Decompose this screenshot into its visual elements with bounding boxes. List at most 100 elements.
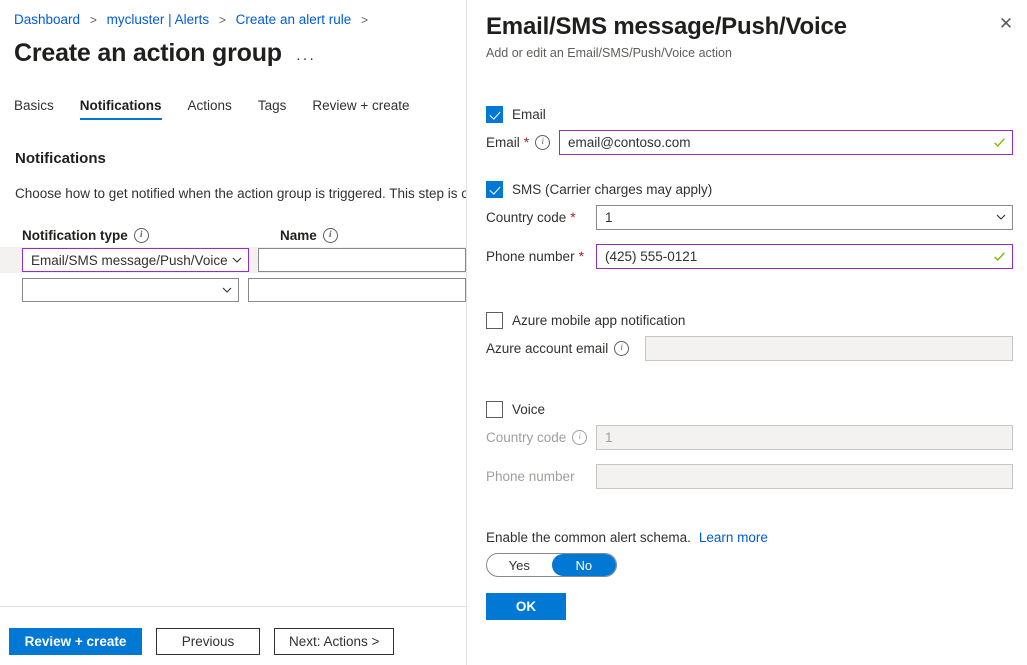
page-title-row: Create an action group ··· xyxy=(0,29,466,69)
push-checkbox-row[interactable]: Azure mobile app notification xyxy=(486,310,1013,330)
azure-account-email-input xyxy=(645,336,1013,361)
tab-notifications[interactable]: Notifications xyxy=(80,98,162,120)
breadcrumb-item-mycluster-alerts[interactable]: mycluster | Alerts xyxy=(107,12,210,27)
notifications-description: Choose how to get notified when the acti… xyxy=(0,186,466,201)
breadcrumb-separator: > xyxy=(90,13,97,27)
voice-section: Voice Country code i 1 Phone number xyxy=(486,399,1013,489)
voice-country-code-row: Country code i 1 xyxy=(486,424,1013,450)
sms-phone-row: Phone number * (425) 555-0121 xyxy=(486,243,1013,269)
voice-country-code-label: Country code i xyxy=(486,430,596,445)
sms-checkbox-label: SMS (Carrier charges may apply) xyxy=(512,182,712,197)
tab-bar: Basics Notifications Actions Tags Review… xyxy=(0,90,466,120)
azure-mobile-app-section: Azure mobile app notification Azure acco… xyxy=(486,310,1013,361)
column-header-notification-type: Notification type i xyxy=(22,228,280,243)
column-header-notification-type-label: Notification type xyxy=(22,228,128,243)
create-action-group-pane: Dashboard > mycluster | Alerts > Create … xyxy=(0,0,467,665)
common-alert-schema-toggle[interactable]: Yes No xyxy=(486,553,617,577)
blade-title: Email/SMS message/Push/Voice xyxy=(486,12,1027,42)
notification-name-input[interactable] xyxy=(248,278,466,302)
notification-name-input[interactable] xyxy=(258,248,466,272)
voice-country-code-select: 1 xyxy=(596,425,1013,450)
column-header-name-label: Name xyxy=(280,228,317,243)
voice-phone-label: Phone number xyxy=(486,469,596,484)
previous-button[interactable]: Previous xyxy=(156,628,260,655)
breadcrumb-item-create-an-alert-rule[interactable]: Create an alert rule xyxy=(236,12,352,27)
email-input-value: email@contoso.com xyxy=(568,135,989,150)
review-create-button[interactable]: Review + create xyxy=(9,628,142,655)
table-row[interactable]: Email/SMS message/Push/Voice xyxy=(0,247,466,273)
notifications-grid-header: Notification type i Name i xyxy=(0,228,466,243)
required-asterisk: * xyxy=(524,135,529,149)
tab-actions[interactable]: Actions xyxy=(188,98,232,120)
sms-checkbox[interactable] xyxy=(486,181,503,198)
blade-subtitle: Add or edit an Email/SMS/Push/Voice acti… xyxy=(486,46,1027,60)
blade-header: Email/SMS message/Push/Voice Add or edit… xyxy=(467,0,1027,60)
sms-country-code-label: Country code * xyxy=(486,210,596,225)
email-checkbox-label: Email xyxy=(512,107,546,122)
chevron-down-icon xyxy=(222,285,232,295)
sms-phone-label: Phone number * xyxy=(486,249,596,264)
info-icon[interactable]: i xyxy=(614,341,629,356)
common-alert-schema-text: Enable the common alert schema. xyxy=(486,530,691,545)
breadcrumb-item-dashboard[interactable]: Dashboard xyxy=(14,12,80,27)
table-row[interactable] xyxy=(0,277,466,303)
notification-type-select[interactable]: Email/SMS message/Push/Voice xyxy=(22,248,249,272)
chevron-down-icon xyxy=(232,255,242,265)
sms-phone-input[interactable]: (425) 555-0121 xyxy=(596,244,1013,269)
ok-button[interactable]: OK xyxy=(486,593,566,620)
tab-basics[interactable]: Basics xyxy=(14,98,54,120)
toggle-option-no[interactable]: No xyxy=(552,554,617,576)
more-options-icon[interactable]: ··· xyxy=(296,50,316,67)
column-header-name: Name i xyxy=(280,228,338,243)
voice-phone-input xyxy=(596,464,1013,489)
email-checkbox-row[interactable]: Email xyxy=(486,104,1013,124)
required-asterisk: * xyxy=(570,210,575,224)
common-alert-schema-row: Enable the common alert schema. Learn mo… xyxy=(486,530,1013,545)
sms-country-code-select[interactable]: 1 xyxy=(596,205,1013,230)
app-root: Dashboard > mycluster | Alerts > Create … xyxy=(0,0,1027,665)
voice-country-code-label-text: Country code xyxy=(486,430,566,445)
breadcrumb-separator: > xyxy=(361,13,368,27)
email-field-label-text: Email xyxy=(486,135,520,150)
voice-checkbox-label: Voice xyxy=(512,402,545,417)
valid-check-icon xyxy=(993,136,1006,149)
required-asterisk: * xyxy=(579,249,584,263)
tab-tags[interactable]: Tags xyxy=(258,98,287,120)
azure-account-email-label: Azure account email i xyxy=(486,341,645,356)
notification-type-select[interactable] xyxy=(22,278,239,302)
toggle-option-yes[interactable]: Yes xyxy=(487,554,552,576)
email-sms-push-voice-blade: Email/SMS message/Push/Voice Add or edit… xyxy=(467,0,1027,665)
voice-phone-label-text: Phone number xyxy=(486,469,575,484)
valid-check-icon xyxy=(993,250,1006,263)
sms-country-code-row: Country code * 1 xyxy=(486,204,1013,230)
sms-phone-value: (425) 555-0121 xyxy=(605,249,989,264)
info-icon[interactable]: i xyxy=(535,135,550,150)
sms-checkbox-row[interactable]: SMS (Carrier charges may apply) xyxy=(486,179,1013,199)
notification-type-select-value: Email/SMS message/Push/Voice xyxy=(31,253,228,268)
azure-account-email-label-text: Azure account email xyxy=(486,341,608,356)
notifications-heading: Notifications xyxy=(0,150,466,167)
page-title: Create an action group xyxy=(14,37,282,69)
common-alert-schema-section: Enable the common alert schema. Learn mo… xyxy=(486,530,1013,620)
info-icon[interactable]: i xyxy=(134,228,149,243)
learn-more-link[interactable]: Learn more xyxy=(699,530,768,545)
email-checkbox[interactable] xyxy=(486,106,503,123)
info-icon[interactable]: i xyxy=(323,228,338,243)
voice-checkbox-row[interactable]: Voice xyxy=(486,399,1013,419)
close-icon[interactable]: ✕ xyxy=(994,11,1018,35)
tab-review-create[interactable]: Review + create xyxy=(312,98,409,120)
sms-country-code-label-text: Country code xyxy=(486,210,566,225)
breadcrumb-separator: > xyxy=(219,13,226,27)
email-field-label: Email * i xyxy=(486,135,559,150)
sms-phone-label-text: Phone number xyxy=(486,249,575,264)
breadcrumb: Dashboard > mycluster | Alerts > Create … xyxy=(0,0,466,29)
footer-divider xyxy=(0,606,466,607)
info-icon: i xyxy=(572,430,587,445)
sms-section: SMS (Carrier charges may apply) Country … xyxy=(486,179,1013,269)
azure-mobile-app-checkbox[interactable] xyxy=(486,312,503,329)
next-actions-button[interactable]: Next: Actions > xyxy=(274,628,394,655)
voice-checkbox[interactable] xyxy=(486,401,503,418)
azure-account-email-row: Azure account email i xyxy=(486,335,1013,361)
wizard-footer: Review + create Previous Next: Actions > xyxy=(0,628,408,655)
email-input[interactable]: email@contoso.com xyxy=(559,130,1013,155)
